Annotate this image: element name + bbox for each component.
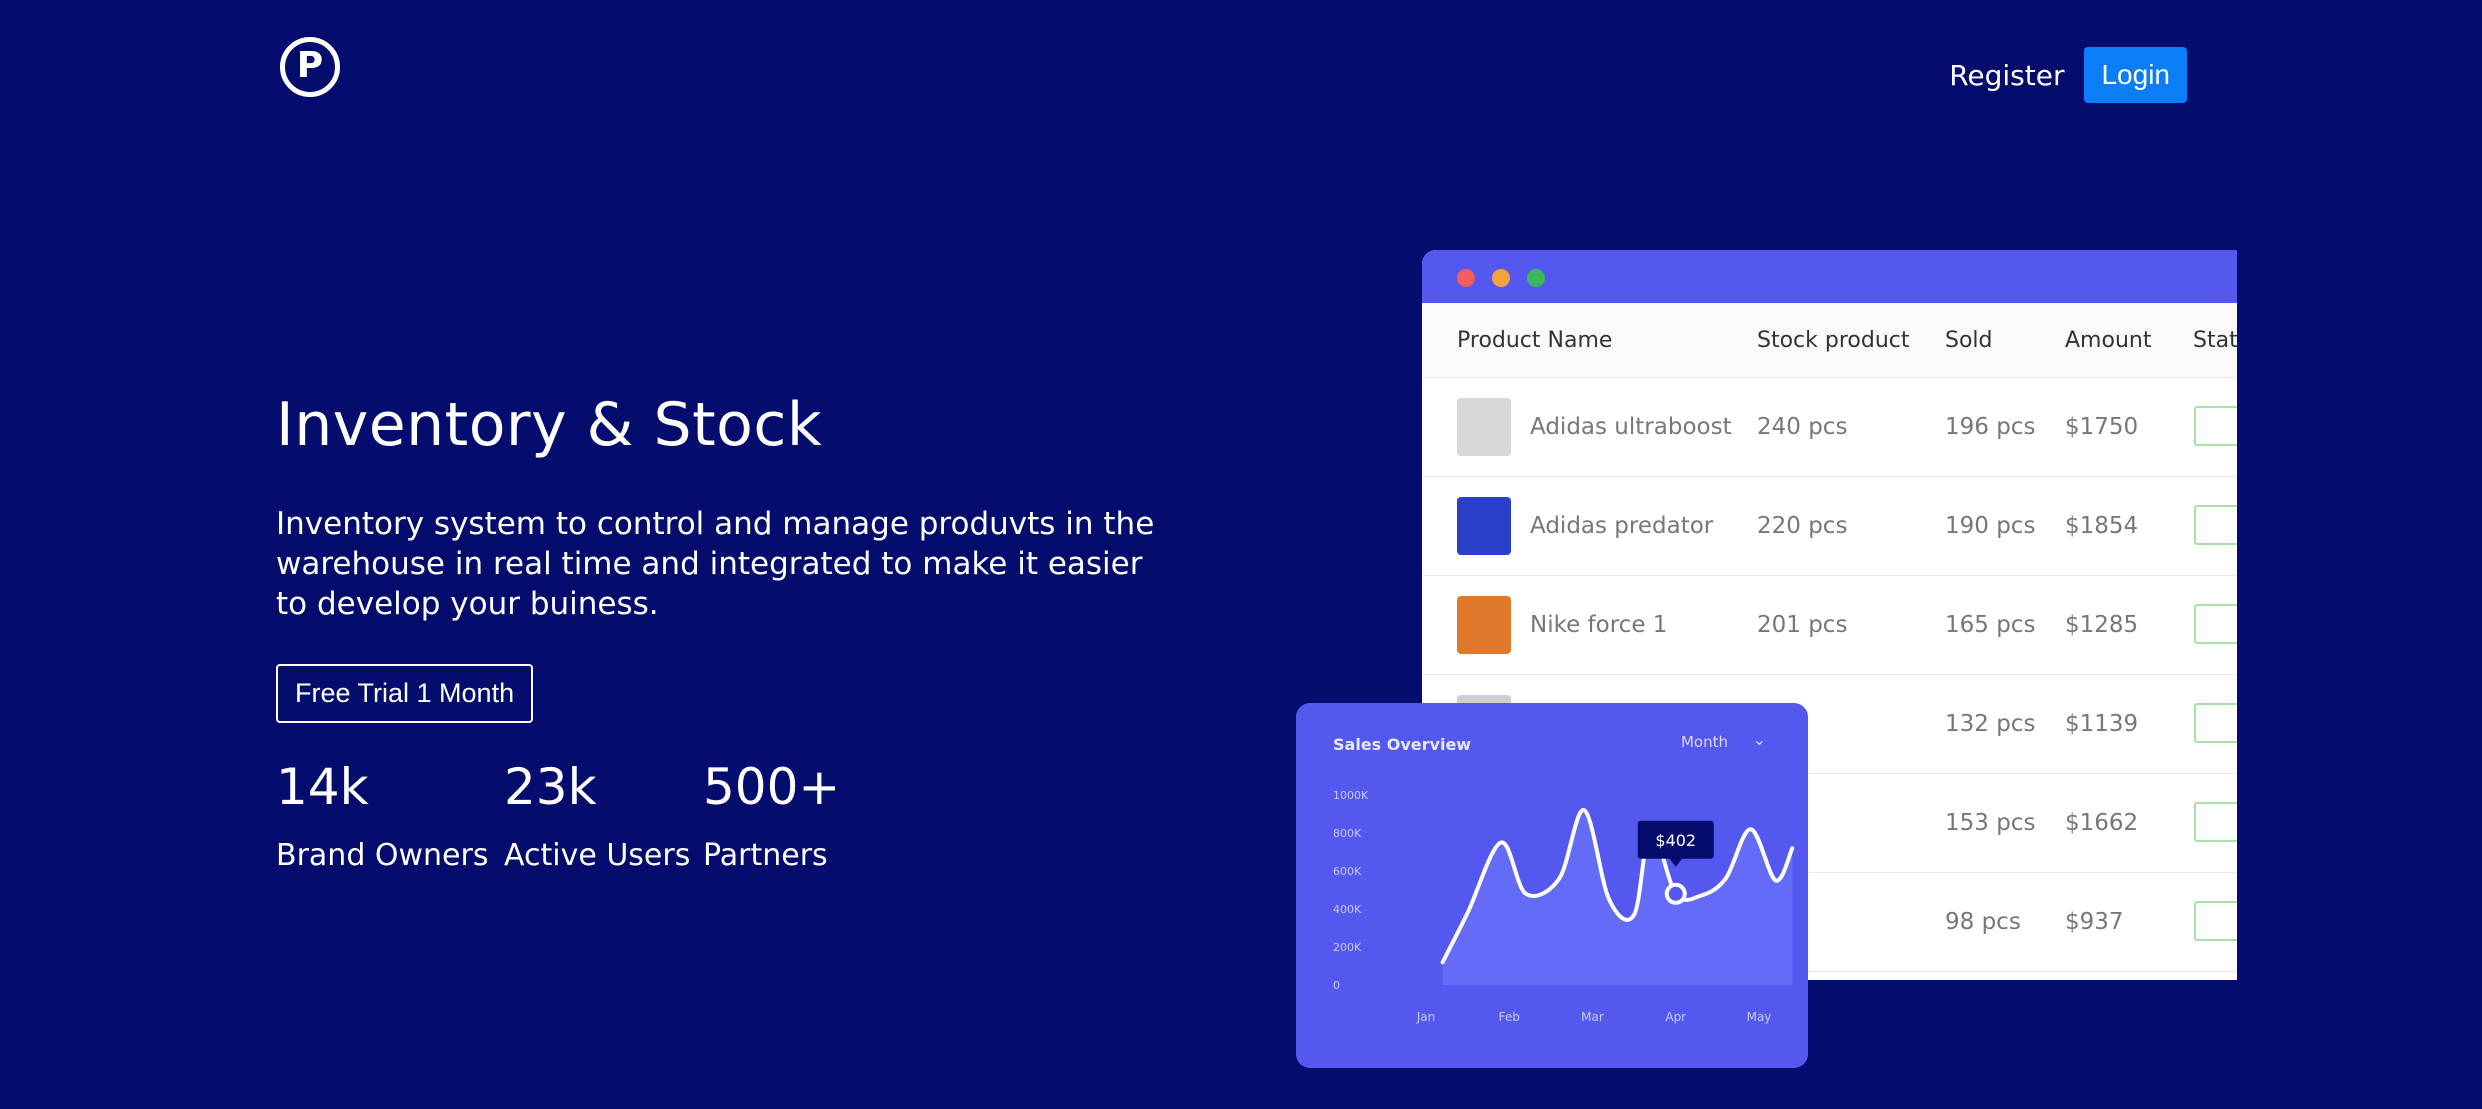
product-name: Nike force 1 [1530,612,1668,638]
table-header: Product Name Stock product Sold Amount S… [1422,303,2237,378]
brand-logo[interactable]: P [280,37,340,97]
status-badge [2194,406,2237,446]
status-badge [2194,505,2237,545]
hero-description: Inventory system to control and manage p… [276,506,1155,622]
hero-section: Inventory & Stock Inventory system to co… [276,390,1176,723]
hero-title: Inventory & Stock [276,390,823,460]
stat-label: Active Users [504,838,691,873]
sold-cell: 196 pcs [1945,414,2036,440]
amount-cell: $937 [2065,909,2124,935]
sold-cell: 190 pcs [1945,513,2036,539]
tooltip-value: $402 [1655,831,1696,850]
stat-value: 500+ [703,758,841,816]
stat-partners: 500+ Partners [703,758,840,873]
amount-cell: $1854 [2065,513,2139,539]
sold-cell: 98 pcs [1945,909,2021,935]
y-tick-label: 200K [1333,941,1362,954]
y-tick-label: 600K [1333,865,1362,878]
login-button[interactable]: Login [2084,47,2187,103]
product-name: Adidas predator [1530,513,1714,539]
status-badge [2194,901,2237,941]
register-link[interactable]: Register [1949,59,2064,92]
amount-cell: $1750 [2065,414,2139,440]
y-tick-label: 800K [1333,827,1362,840]
sold-cell: 132 pcs [1945,711,2036,737]
x-tick-label: Apr [1665,1010,1686,1024]
product-thumbnail [1457,398,1511,456]
product-name: Adidas ultraboost [1530,414,1732,440]
top-nav: Register Login [1949,47,2187,103]
y-tick-label: 0 [1333,979,1340,992]
column-header-product-name: Product Name [1457,328,1613,353]
highlight-point [1664,882,1687,905]
amount-cell: $1139 [2065,711,2139,737]
table-row[interactable]: Adidas ultraboost 240 pcs 196 pcs $1750 [1422,378,2237,477]
close-dot-icon [1457,269,1475,287]
stat-brand-owners: 14k Brand Owners [276,758,504,873]
y-tick-label: 400K [1333,903,1362,916]
logo-letter: P [296,45,324,86]
tooltip-pointer [1668,857,1683,867]
column-header-amount: Amount [2065,328,2152,353]
sales-line-chart: 1000K 800K 600K 400K 200K 0 Jan Feb Mar Apr May $40… [1333,789,1795,1024]
product-thumbnail [1457,596,1511,654]
table-row[interactable]: Adidas predator 220 pcs 190 pcs $1854 [1422,477,2237,576]
x-tick-label: Feb [1499,1010,1520,1024]
column-header-sold: Sold [1945,328,1993,353]
status-badge [2194,604,2237,644]
stat-label: Partners [703,838,828,873]
window-titlebar [1422,250,2237,303]
stat-value: 23k [504,758,597,816]
table-row[interactable]: Nike force 1 201 pcs 165 pcs $1285 [1422,576,2237,675]
series-area [1442,810,1793,985]
stat-value: 14k [276,758,369,816]
x-tick-label: May [1747,1010,1772,1024]
stock-cell: 240 pcs [1757,414,1848,440]
sold-cell: 165 pcs [1945,612,2036,638]
status-badge [2194,703,2237,743]
product-thumbnail [1457,497,1511,555]
stock-cell: 220 pcs [1757,513,1848,539]
x-tick-label: Mar [1581,1010,1604,1024]
amount-cell: $1285 [2065,612,2139,638]
stock-cell: 201 pcs [1757,612,1848,638]
stats-row: 14k Brand Owners 23k Active Users 500+ P… [276,758,840,873]
status-badge [2194,802,2237,842]
y-tick-label: 1000K [1333,789,1369,802]
sales-overview-card: Sales Overview Month ⌄ 1000K 800K 600K 400K… [1296,703,1808,1068]
maximize-dot-icon [1527,269,1545,287]
stat-active-users: 23k Active Users [504,758,703,873]
stat-label: Brand Owners [276,838,489,873]
column-header-stock: Stock product [1757,328,1910,353]
sold-cell: 153 pcs [1945,810,2036,836]
free-trial-button[interactable]: Free Trial 1 Month [276,664,534,723]
minimize-dot-icon [1492,269,1510,287]
x-tick-label: Jan [1416,1010,1436,1024]
column-header-status: Stat [2193,328,2237,353]
amount-cell: $1662 [2065,810,2139,836]
